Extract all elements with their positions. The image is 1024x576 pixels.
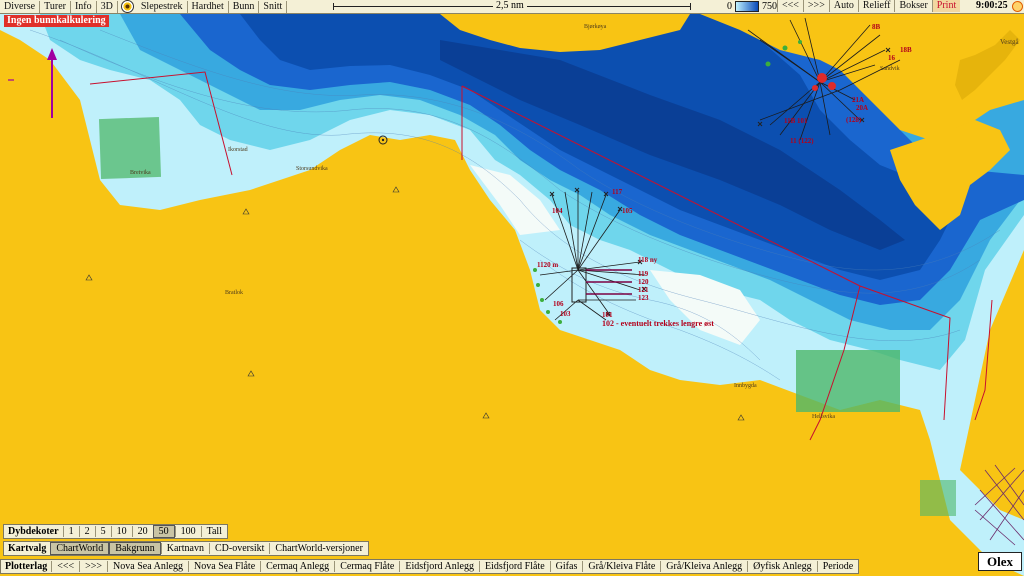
scale-label: 2,5 nm bbox=[493, 0, 527, 12]
place-vestg: Vestgå bbox=[1000, 38, 1019, 46]
dybdekoter-panel: Dybdekoter 1 2 5 10 20 50 100 Tall bbox=[3, 524, 228, 539]
cd-oversikt-button[interactable]: CD-oversikt bbox=[208, 543, 269, 554]
depth-legend: 0 750 bbox=[727, 0, 777, 13]
depth-100-button[interactable]: 100 bbox=[174, 526, 201, 537]
place-storsundvika: Storsundvika bbox=[296, 166, 328, 172]
place-bratlok: Bratlok bbox=[225, 290, 243, 296]
marker-105: 105 bbox=[622, 207, 633, 215]
layer-cermaq-anlegg[interactable]: Cermaq Anlegg bbox=[260, 561, 334, 572]
marker-16: 16 bbox=[888, 54, 895, 62]
menu-bunn[interactable]: Bunn bbox=[229, 0, 260, 13]
place-bjorkoy: Bjørkøya bbox=[584, 24, 607, 30]
layer-eidsfjord-flate[interactable]: Eidsfjord Flåte bbox=[478, 561, 550, 572]
kartnavn-button[interactable]: Kartnavn bbox=[160, 543, 209, 554]
plotterlag-label: Plotterlag bbox=[5, 560, 48, 572]
relieff-button[interactable]: Relieff bbox=[857, 0, 895, 12]
menu-diverse[interactable]: Diverse bbox=[0, 0, 41, 13]
layer-cermaq-flate[interactable]: Cermaq Flåte bbox=[334, 561, 399, 572]
marker-1120m: 1120 m bbox=[537, 261, 559, 269]
place-ikorstad: Ikorstad bbox=[228, 147, 248, 153]
compass-icon[interactable] bbox=[120, 0, 134, 13]
menu-turer[interactable]: Turer bbox=[40, 0, 71, 13]
plotterlag-panel: Plotterlag <<< >>> Nova Sea Anlegg Nova … bbox=[0, 559, 860, 574]
plotterlag-prev-button[interactable]: <<< bbox=[51, 561, 79, 572]
layer-oyfisk-anlegg[interactable]: Øyfisk Anlegg bbox=[747, 561, 817, 572]
menu-snitt[interactable]: Snitt bbox=[259, 0, 288, 13]
layer-gra-kleiva-anlegg[interactable]: Grå/Kleiva Anlegg bbox=[660, 561, 747, 572]
marker-121: 121 bbox=[638, 286, 649, 294]
depth-gradient bbox=[735, 1, 759, 12]
chartworld-versjoner-button[interactable]: ChartWorld-versjoner bbox=[269, 543, 368, 554]
right-menu: <<< >>> Auto Relieff Bokser Print bbox=[777, 0, 961, 13]
sun-icon bbox=[1012, 1, 1023, 12]
depth-50-button[interactable]: 50 bbox=[152, 525, 175, 538]
menu-3d[interactable]: 3D bbox=[97, 0, 118, 13]
depth-1-button[interactable]: 1 bbox=[62, 526, 79, 537]
marker-11b: 11B 101 bbox=[784, 117, 808, 125]
layer-gifas[interactable]: Gifas bbox=[549, 561, 583, 572]
marker-11-122: 11 (122) bbox=[790, 137, 814, 145]
place-sandvik: Sandvik bbox=[880, 66, 900, 72]
bokser-button[interactable]: Bokser bbox=[894, 0, 931, 12]
kartvalg-panel: Kartvalg ChartWorld Bakgrunn Kartnavn CD… bbox=[3, 541, 369, 556]
chartworld-button[interactable]: ChartWorld bbox=[50, 542, 110, 555]
farm-ring-north bbox=[817, 73, 827, 83]
plotterlag-next-button[interactable]: >>> bbox=[79, 561, 107, 572]
kartvalg-label: Kartvalg bbox=[8, 542, 47, 554]
layer-periode[interactable]: Periode bbox=[816, 561, 859, 572]
marker-120: 120 bbox=[638, 278, 649, 286]
print-button[interactable]: Print bbox=[931, 0, 961, 12]
farm-annotation: 102 - eventuelt trekkes lengre øst bbox=[602, 319, 714, 328]
marker-123: 123 bbox=[638, 294, 649, 302]
marker-119: 119 bbox=[638, 270, 649, 278]
bakgrunn-button[interactable]: Bakgrunn bbox=[109, 542, 161, 555]
depth-2-button[interactable]: 2 bbox=[78, 526, 95, 537]
marker-117: 117 bbox=[612, 188, 623, 196]
marker-20a: 20A bbox=[856, 104, 869, 112]
farm-zone-hellsvika bbox=[796, 350, 900, 412]
marker-101: 101 bbox=[602, 311, 613, 319]
layer-gra-kleiva-flate[interactable]: Grå/Kleiva Flåte bbox=[582, 561, 660, 572]
place-bretvika: Bretvika bbox=[130, 170, 151, 176]
marker-128: (128) bbox=[846, 116, 862, 124]
marker-18b: 18B bbox=[900, 46, 912, 54]
depth-max: 750 bbox=[762, 1, 777, 12]
marker-103: 103 bbox=[560, 310, 571, 318]
marker-106: 106 bbox=[553, 300, 564, 308]
depth-min: 0 bbox=[727, 1, 732, 12]
depth-10-button[interactable]: 10 bbox=[110, 526, 132, 537]
auto-button[interactable]: Auto bbox=[828, 0, 858, 12]
clock: 9:00:25 bbox=[976, 0, 1008, 11]
depth-5-button[interactable]: 5 bbox=[94, 526, 111, 537]
scale-bar: 2,5 nm bbox=[333, 0, 691, 13]
warning-badge: Ingen bunnkalkulering bbox=[4, 15, 109, 27]
menu-slepestrek[interactable]: Slepestrek bbox=[137, 0, 188, 13]
marker-8b: 8B bbox=[872, 23, 881, 31]
layer-nova-sea-flate[interactable]: Nova Sea Flåte bbox=[188, 561, 260, 572]
depth-tall-button[interactable]: Tall bbox=[200, 526, 227, 537]
marker-104: 104 bbox=[552, 207, 563, 215]
prev-button[interactable]: <<< bbox=[777, 0, 803, 12]
marker-21a: 21A bbox=[852, 96, 865, 104]
farm-zone-ne bbox=[920, 480, 956, 516]
nautical-chart[interactable] bbox=[0, 0, 1024, 576]
layer-nova-sea-anlegg[interactable]: Nova Sea Anlegg bbox=[107, 561, 188, 572]
place-hellsvika: Hellsvika bbox=[812, 414, 835, 420]
depth-20-button[interactable]: 20 bbox=[131, 526, 153, 537]
marker-118: 118 ny bbox=[638, 256, 658, 264]
place-innbygda: Innbygda bbox=[734, 383, 757, 389]
dybdekoter-label: Dybdekoter bbox=[8, 525, 59, 537]
olex-logo-button[interactable]: Olex bbox=[978, 552, 1022, 571]
menu-hardhet[interactable]: Hardhet bbox=[188, 0, 229, 13]
menu-info[interactable]: Info bbox=[71, 0, 97, 13]
next-button[interactable]: >>> bbox=[802, 0, 829, 12]
layer-eidsfjord-anlegg[interactable]: Eidsfjord Anlegg bbox=[399, 561, 479, 572]
